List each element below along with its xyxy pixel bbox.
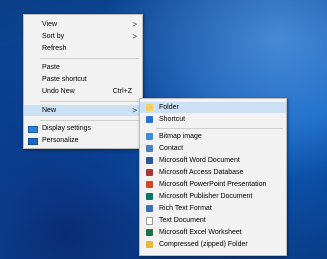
text-document-icon [146,217,153,225]
chevron-right-icon: > [132,106,137,115]
submenu-item-shortcut[interactable]: Shortcut [140,114,286,125]
submenu-item-excel[interactable]: Microsoft Excel Worksheet [140,227,286,238]
menu-item-label: Paste shortcut [42,76,87,83]
submenu-item-label: Microsoft Excel Worksheet [159,229,242,236]
submenu-item-label: Text Document [159,217,206,224]
submenu-item-label: Microsoft Word Document [159,157,240,164]
submenu-item-label: Compressed (zipped) Folder [159,241,248,248]
shortcut-icon [146,116,153,123]
submenu-item-word[interactable]: Microsoft Word Document [140,155,286,166]
access-icon [146,169,153,176]
menu-item-label: Undo New [42,88,75,95]
menu-separator [40,101,139,102]
submenu-item-label: Shortcut [159,116,186,123]
submenu-item-label: Rich Text Format [159,205,212,212]
menu-item-label: Paste [42,64,60,71]
menu-item-new[interactable]: New > [24,105,142,116]
submenu-item-folder[interactable]: Folder [140,102,286,113]
personalize-icon [28,138,38,145]
publisher-icon [146,193,153,200]
submenu-item-access[interactable]: Microsoft Access Database [140,167,286,178]
menu-item-label: Display settings [42,125,92,132]
submenu-item-zip[interactable]: Compressed (zipped) Folder [140,239,286,250]
contact-icon [146,145,153,152]
display-settings-icon [28,126,38,133]
submenu-item-text-document[interactable]: Text Document [140,215,286,226]
submenu-item-label: Contact [159,145,184,152]
menu-separator [40,58,139,59]
menu-item-personalize[interactable]: Personalize [24,135,142,146]
menu-item-refresh[interactable]: Refresh [24,43,142,54]
shortcut-hint: Ctrl+Z [112,88,132,95]
submenu-item-label: Microsoft Access Database [159,169,244,176]
submenu-item-label: Folder [159,104,179,111]
powerpoint-icon [146,181,153,188]
menu-item-label: Refresh [42,45,67,52]
chevron-right-icon: > [132,32,137,41]
menu-item-paste-shortcut[interactable]: Paste shortcut [24,74,142,85]
word-icon [146,157,153,164]
submenu-item-contact[interactable]: Contact [140,143,286,154]
rtf-icon [146,205,153,212]
menu-item-undo-new[interactable]: Undo New Ctrl+Z [24,86,142,97]
submenu-item-bitmap[interactable]: Bitmap image [140,131,286,142]
menu-item-label: Sort by [42,33,65,40]
bitmap-icon [146,133,153,140]
menu-item-label: View [42,21,58,28]
menu-item-label: New [42,107,57,114]
submenu-item-powerpoint[interactable]: Microsoft PowerPoint Presentation [140,179,286,190]
submenu-item-publisher[interactable]: Microsoft Publisher Document [140,191,286,202]
menu-separator [40,120,139,121]
submenu-item-label: Bitmap image [159,133,202,140]
menu-separator [156,128,283,129]
desktop-context-menu: View > Sort by > Refresh Paste Paste sho… [23,14,143,149]
submenu-item-label: Microsoft PowerPoint Presentation [159,181,267,188]
excel-icon [146,229,153,236]
menu-item-paste[interactable]: Paste [24,62,142,73]
menu-item-label: Personalize [42,137,79,144]
chevron-right-icon: > [132,20,137,29]
new-submenu: Folder Shortcut Bitmap image Contact Mic… [139,98,287,256]
folder-icon [146,104,153,111]
menu-item-display-settings[interactable]: Display settings [24,123,142,134]
menu-item-sort-by[interactable]: Sort by > [24,31,142,42]
submenu-item-label: Microsoft Publisher Document [159,193,253,200]
menu-item-view[interactable]: View > [24,19,142,30]
submenu-item-rtf[interactable]: Rich Text Format [140,203,286,214]
zip-folder-icon [146,241,153,248]
